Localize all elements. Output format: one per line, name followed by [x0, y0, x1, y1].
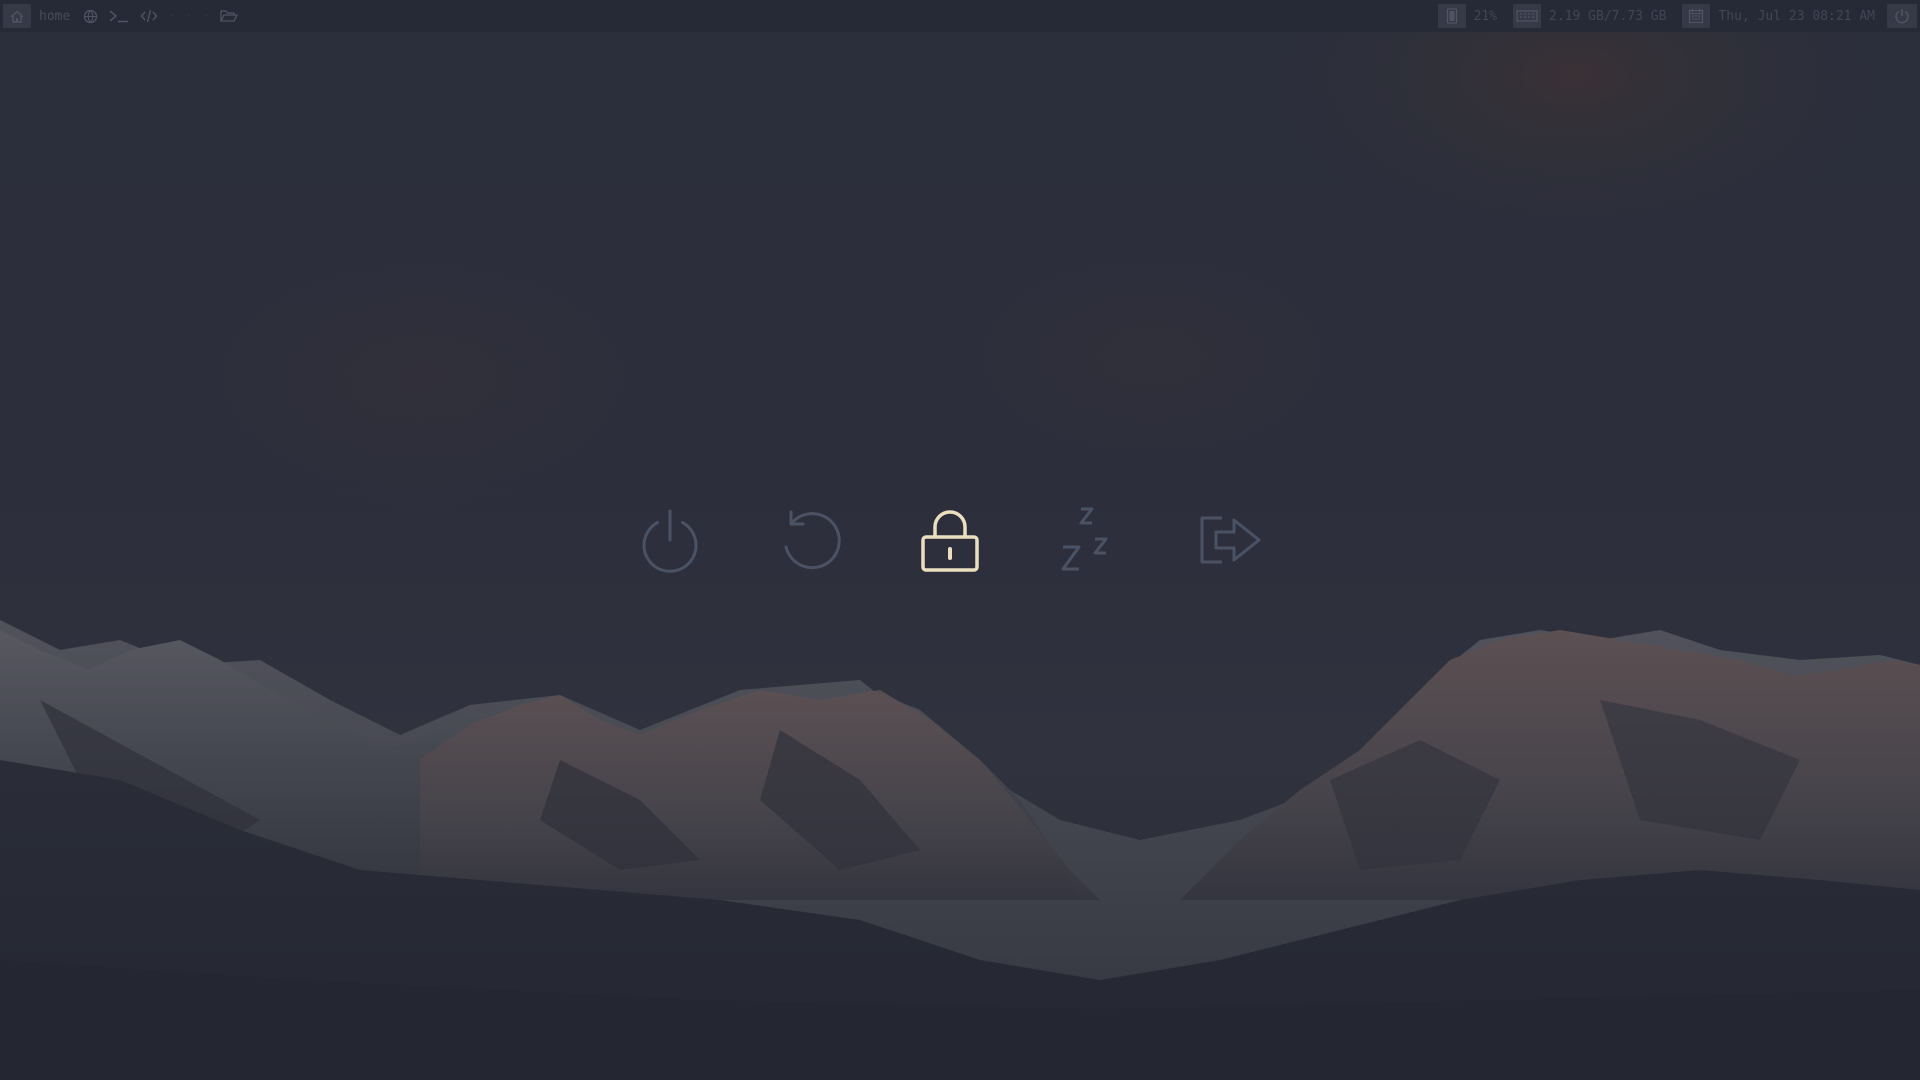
brightness-icon	[1437, 4, 1466, 28]
workspace-code[interactable]	[135, 4, 163, 28]
memory-value: 2.19 GB/7.73 GB	[1549, 8, 1667, 24]
datetime: Thu, Jul 23 08:21 AM	[1718, 8, 1875, 24]
calendar-icon	[1682, 4, 1711, 28]
top-bar: home · · · 21% 2.19 GB/7.73 GB Thu, Jul …	[0, 0, 1920, 32]
workspaces: home · · ·	[3, 0, 243, 32]
workspace-home[interactable]: home	[3, 2, 78, 30]
folder-open-icon	[220, 10, 239, 22]
workspace-5[interactable]: ·	[181, 4, 198, 28]
home-icon	[3, 4, 31, 28]
power-icon	[642, 509, 698, 573]
workspace-files[interactable]	[215, 4, 243, 28]
workspace-globe[interactable]	[78, 4, 103, 28]
terminal-icon	[109, 10, 129, 23]
power-icon	[1895, 9, 1909, 24]
clock-status[interactable]: Thu, Jul 23 08:21 AM	[1682, 2, 1881, 30]
desktop-screen: home · · · 21% 2.19 GB/7.73 GB Thu, Jul …	[0, 0, 1920, 1080]
workspace-6[interactable]: ·	[198, 4, 215, 28]
logout-arrow-icon	[1200, 516, 1261, 564]
power-menu	[630, 500, 1270, 580]
workspace-label: home	[39, 8, 71, 24]
shutdown-button[interactable]	[630, 500, 710, 580]
suspend-button[interactable]	[1050, 500, 1130, 580]
brightness-value: 21%	[1473, 8, 1498, 24]
memory-icon	[1513, 4, 1542, 28]
lock-icon	[921, 510, 979, 572]
workspace-terminal[interactable]	[103, 4, 135, 28]
memory-status[interactable]: 2.19 GB/7.73 GB	[1513, 2, 1672, 30]
lock-button[interactable]	[910, 500, 990, 580]
logout-button[interactable]	[1190, 500, 1270, 580]
code-icon	[140, 9, 158, 23]
reboot-button[interactable]	[770, 500, 850, 580]
bar-power-button[interactable]	[1887, 4, 1917, 28]
restart-icon	[784, 510, 841, 570]
sleep-zzz-icon	[1061, 507, 1108, 571]
globe-icon	[84, 9, 98, 23]
workspace-4[interactable]: ·	[163, 4, 180, 28]
brightness-status[interactable]: 21%	[1437, 2, 1503, 30]
status-area: 21% 2.19 GB/7.73 GB Thu, Jul 23 08:21 AM	[1428, 0, 1917, 32]
